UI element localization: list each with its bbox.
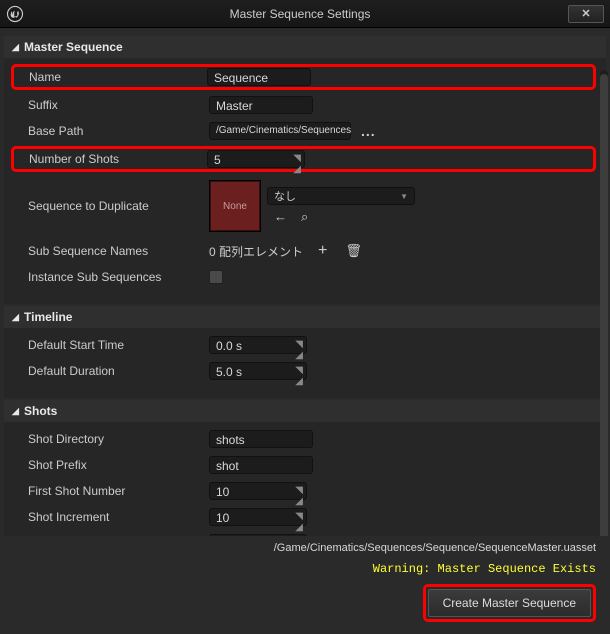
- base-path-input[interactable]: /Game/Cinematics/Sequences: [209, 122, 351, 140]
- chevron-down-icon: ▼: [400, 192, 408, 201]
- array-count: 0 配列エレメント: [209, 243, 303, 260]
- default-duration-input[interactable]: 5.0 s◥◢: [209, 362, 307, 380]
- label-first-shot-number: First Shot Number: [14, 484, 209, 498]
- label-sequence-to-duplicate: Sequence to Duplicate: [14, 199, 209, 213]
- dropdown-value: なし: [274, 188, 296, 204]
- label-number-of-shots: Number of Shots: [15, 152, 207, 166]
- shot-increment-input[interactable]: 10◥◢: [209, 508, 307, 526]
- section-shots: ◢ Shots Shot Directory shots Shot Prefix…: [4, 400, 606, 536]
- label-default-duration: Default Duration: [14, 364, 209, 378]
- scrollbar[interactable]: [600, 70, 608, 536]
- label-base-path: Base Path: [14, 124, 209, 138]
- label-name: Name: [15, 70, 207, 84]
- sequence-dropdown[interactable]: なし ▼: [267, 187, 415, 205]
- label-sub-sequence-names: Sub Sequence Names: [14, 244, 209, 258]
- label-shot-directory: Shot Directory: [14, 432, 209, 446]
- warning-text: Warning: Master Sequence Exists: [14, 562, 596, 576]
- section-title: Shots: [24, 404, 57, 418]
- content-area: ◢ Master Sequence Name Sequence Suffix M…: [0, 28, 610, 536]
- browse-path-button[interactable]: ...: [361, 123, 376, 139]
- shot-prefix-input[interactable]: shot: [209, 456, 313, 474]
- section-timeline: ◢ Timeline Default Start Time 0.0 s◥◢ De…: [4, 306, 606, 398]
- suffix-input[interactable]: Master: [209, 96, 313, 114]
- create-master-sequence-button[interactable]: Create Master Sequence: [428, 589, 591, 617]
- section-master-sequence: ◢ Master Sequence Name Sequence Suffix M…: [4, 36, 606, 304]
- titlebar: Master Sequence Settings ✕: [0, 0, 610, 28]
- use-selected-icon[interactable]: ←: [271, 209, 290, 225]
- close-button[interactable]: ✕: [568, 5, 604, 23]
- name-input[interactable]: Sequence: [207, 68, 311, 86]
- instance-sub-sequences-checkbox[interactable]: [209, 270, 223, 284]
- label-shot-prefix: Shot Prefix: [14, 458, 209, 472]
- label-suffix: Suffix: [14, 98, 209, 112]
- shot-directory-input[interactable]: shots: [209, 430, 313, 448]
- browse-icon[interactable]: ⌕: [298, 209, 311, 225]
- window-title: Master Sequence Settings: [32, 7, 568, 21]
- output-path: /Game/Cinematics/Sequences/Sequence/Sequ…: [14, 542, 596, 554]
- spinner-icon: ◥◢: [295, 485, 303, 507]
- spinner-icon: ◥◢: [295, 339, 303, 361]
- label-default-start-time: Default Start Time: [14, 338, 209, 352]
- collapse-arrow-icon: ◢: [12, 42, 20, 53]
- section-title: Timeline: [24, 310, 72, 324]
- collapse-arrow-icon: ◢: [12, 312, 20, 323]
- clear-array-icon[interactable]: 🗑: [342, 243, 365, 259]
- section-header-shots[interactable]: ◢ Shots: [4, 400, 606, 422]
- collapse-arrow-icon: ◢: [12, 406, 20, 417]
- spinner-icon: ◥◢: [293, 153, 301, 175]
- default-start-time-input[interactable]: 0.0 s◥◢: [209, 336, 307, 354]
- section-title: Master Sequence: [24, 40, 123, 54]
- number-of-shots-input[interactable]: 5◥◢: [207, 150, 305, 168]
- section-header-timeline[interactable]: ◢ Timeline: [4, 306, 606, 328]
- label-instance-sub-sequences: Instance Sub Sequences: [14, 270, 209, 284]
- sequence-thumbnail[interactable]: None: [209, 180, 261, 232]
- spinner-icon: ◥◢: [295, 511, 303, 533]
- window: Master Sequence Settings ✕ ◢ Master Sequ…: [0, 0, 610, 634]
- scrollbar-thumb[interactable]: [600, 74, 608, 536]
- unreal-logo-icon: [6, 5, 24, 23]
- add-element-icon[interactable]: +: [315, 242, 330, 260]
- label-shot-increment: Shot Increment: [14, 510, 209, 524]
- footer: /Game/Cinematics/Sequences/Sequence/Sequ…: [0, 536, 610, 634]
- first-shot-number-input[interactable]: 10◥◢: [209, 482, 307, 500]
- spinner-icon: ◥◢: [295, 365, 303, 387]
- section-header-master[interactable]: ◢ Master Sequence: [4, 36, 606, 58]
- shot-num-digits-input[interactable]: 4◥◢: [209, 534, 307, 536]
